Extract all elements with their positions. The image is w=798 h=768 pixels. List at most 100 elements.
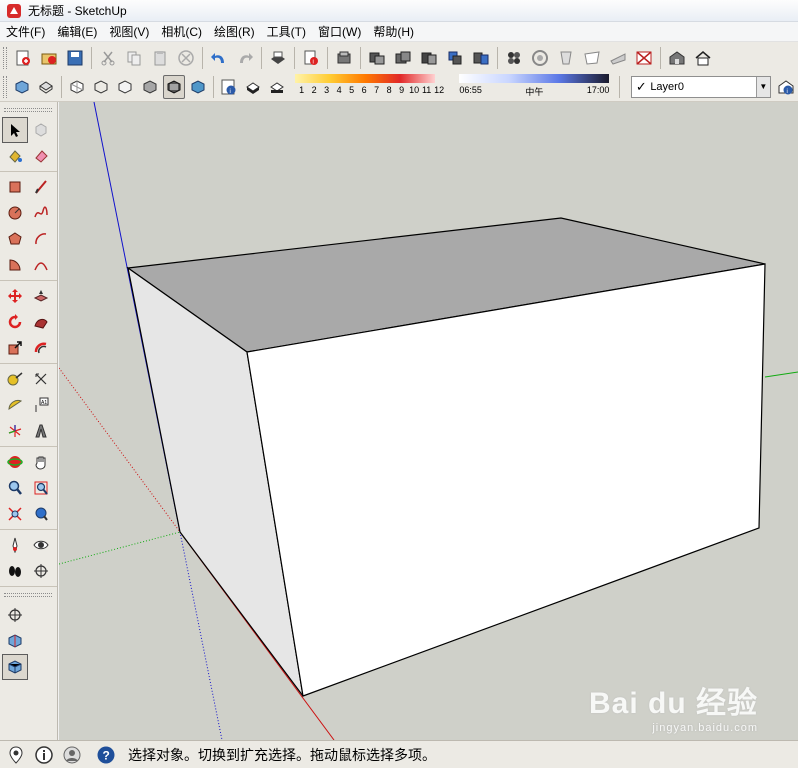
look-around-icon[interactable] [28,532,54,558]
paste-icon[interactable] [148,46,172,70]
hidden-line-icon[interactable] [114,75,136,99]
zoom-window-icon[interactable] [28,475,54,501]
rotate-icon[interactable] [2,309,28,335]
solid-union-icon[interactable] [391,46,415,70]
new-file-icon[interactable] [11,46,35,70]
scene-canvas[interactable] [59,102,798,740]
palette-grip[interactable] [4,593,52,597]
warehouse-icon[interactable] [665,46,689,70]
iso-view-icon[interactable] [11,75,33,99]
fog-icon[interactable] [266,75,288,99]
pie-icon[interactable] [2,252,28,278]
polygon-icon[interactable] [2,226,28,252]
dimension-icon[interactable] [28,366,54,392]
eraser-icon[interactable] [28,143,54,169]
zoom-icon[interactable] [2,475,28,501]
open-file-icon[interactable] [37,46,61,70]
circle-icon[interactable] [2,200,28,226]
pan-icon[interactable] [28,449,54,475]
undo-icon[interactable] [207,46,231,70]
previous-view-icon[interactable] [28,501,54,527]
toolbar-grip[interactable] [3,46,7,69]
walk-icon[interactable] [2,558,28,584]
two-point-arc-icon[interactable] [28,252,54,278]
redo-icon[interactable] [233,46,257,70]
sandbox-icon[interactable] [502,46,526,70]
drape-icon[interactable] [580,46,604,70]
palette-grip[interactable] [4,108,52,112]
smoove-icon[interactable] [528,46,552,70]
monochrome-icon[interactable] [187,75,209,99]
toolbar-separator [619,75,621,98]
home-icon[interactable] [691,46,715,70]
arc-icon[interactable] [28,226,54,252]
push-pull-icon[interactable] [28,283,54,309]
model-viewport[interactable]: Bai du 经验 jingyan.baidu.com [59,102,798,740]
text-icon[interactable]: A1 [28,392,54,418]
shadow-settings-icon[interactable]: i [218,75,240,99]
help-icon[interactable]: ? [94,743,118,767]
top-view-icon[interactable] [35,75,57,99]
protractor-icon[interactable] [2,392,28,418]
menu-tools[interactable]: 工具(T) [261,22,312,42]
add-detail-icon[interactable] [606,46,630,70]
freehand-icon[interactable] [28,200,54,226]
group-icon[interactable] [365,46,389,70]
offset-icon[interactable] [28,335,54,361]
solid-split-icon[interactable] [469,46,493,70]
rectangle-icon[interactable] [2,174,28,200]
chevron-down-icon[interactable]: ▼ [755,76,770,97]
position-camera-icon[interactable] [2,532,28,558]
orbit-icon[interactable] [2,449,28,475]
xray-icon[interactable] [66,75,88,99]
cut-icon[interactable] [96,46,120,70]
shaded-textures-icon[interactable] [162,74,185,99]
section-plane-icon[interactable] [28,558,54,584]
flip-edge-icon[interactable] [632,46,656,70]
menu-window[interactable]: 窗口(W) [312,22,367,42]
menu-file[interactable]: 文件(F) [0,22,51,42]
display-shadows-icon[interactable] [242,75,264,99]
zoom-extents-icon[interactable] [2,501,28,527]
layer-manager-icon[interactable]: i [775,75,797,99]
menu-draw[interactable]: 绘图(R) [208,22,261,42]
geo-location-icon[interactable] [4,743,28,767]
credits-info-icon[interactable] [32,743,56,767]
line-icon[interactable] [28,174,54,200]
make-component-icon[interactable] [28,117,54,143]
print-icon[interactable] [266,46,290,70]
axes-icon[interactable] [2,418,28,444]
select-icon[interactable] [2,117,28,143]
tape-measure-icon[interactable] [2,366,28,392]
user-account-icon[interactable] [60,743,84,767]
menu-edit[interactable]: 编辑(E) [51,22,103,42]
menu-camera[interactable]: 相机(C) [155,22,208,42]
layer-check-icon: ✓ [635,78,647,94]
toolbar-grip[interactable] [3,75,7,98]
menu-help[interactable]: 帮助(H) [367,22,420,42]
erase-selection-icon[interactable] [174,46,198,70]
stamp-icon[interactable] [554,46,578,70]
menu-bar: 文件(F) 编辑(E) 视图(V) 相机(C) 绘图(R) 工具(T) 窗口(W… [0,22,798,42]
wireframe-icon[interactable] [90,75,112,99]
move-icon[interactable] [2,283,28,309]
paint-bucket-icon[interactable] [2,143,28,169]
layer-select[interactable]: ✓ Layer0 ▼ [631,75,771,98]
section-cuts-icon[interactable] [2,654,28,680]
components-icon[interactable] [332,46,356,70]
time-slider[interactable] [459,73,610,83]
3d-text-icon[interactable] [28,418,54,444]
solid-subtract-icon[interactable] [443,46,467,70]
copy-icon[interactable] [122,46,146,70]
scale-icon[interactable] [2,335,28,361]
month-slider[interactable] [295,73,436,83]
section-display-icon[interactable] [2,628,28,654]
section-plane-2-icon[interactable] [2,602,28,628]
follow-me-icon[interactable] [28,309,54,335]
shaded-icon[interactable] [139,75,161,99]
menu-view[interactable]: 视图(V) [103,22,155,42]
model-info-icon[interactable]: i [299,46,323,70]
save-icon[interactable] [63,46,87,70]
solid-intersect-icon[interactable] [417,46,441,70]
month-label: 6 [361,84,367,95]
